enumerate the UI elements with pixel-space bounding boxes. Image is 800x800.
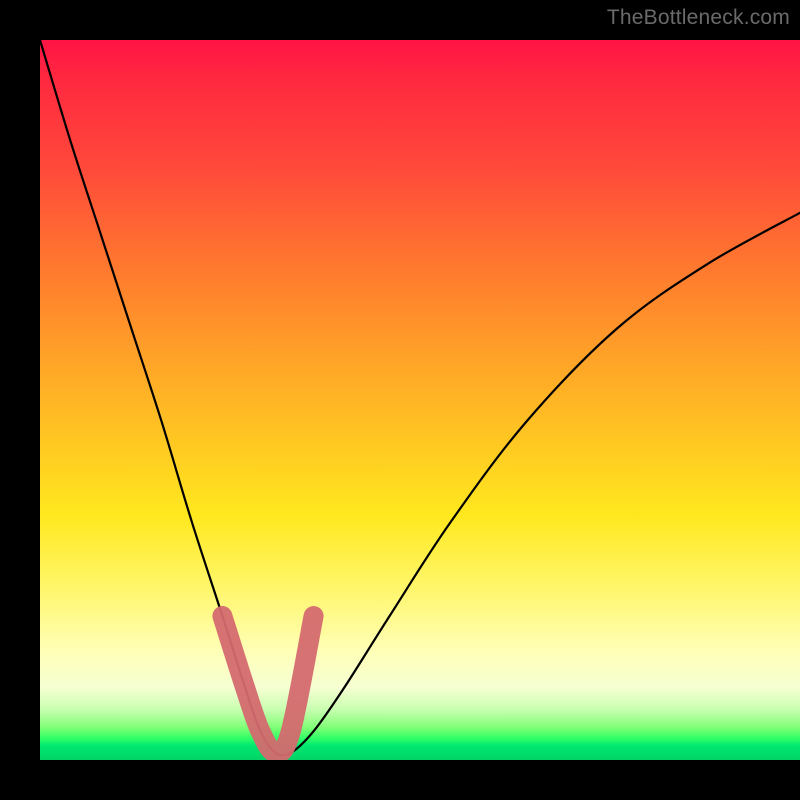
plot-area [40,40,800,760]
curve-svg [40,40,800,760]
chart-stage: TheBottleneck.com [0,0,800,800]
watermark-text: TheBottleneck.com [607,6,790,30]
bottleneck-curve [40,40,800,756]
optimal-valley-marker [222,616,313,753]
